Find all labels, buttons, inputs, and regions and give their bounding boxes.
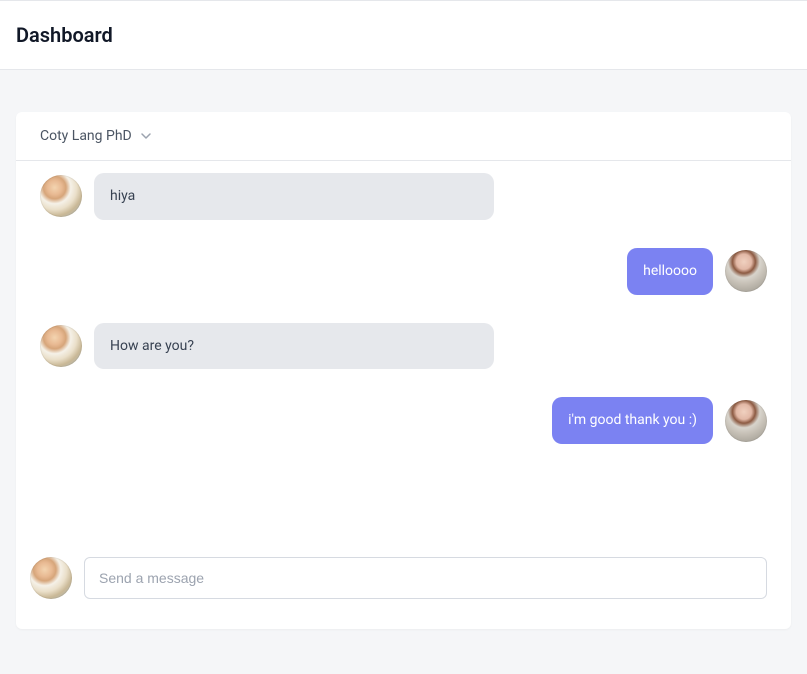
- message-bubble: How are you?: [94, 323, 494, 370]
- message-bubble: helloooo: [627, 248, 713, 295]
- message-row: How are you?: [40, 323, 767, 370]
- message-bubble: i'm good thank you :): [552, 397, 713, 444]
- contact-name: Coty Lang PhD: [40, 128, 132, 144]
- chat-card: Coty Lang PhD hiya helloooo How are you?…: [16, 112, 791, 629]
- chat-header[interactable]: Coty Lang PhD: [16, 112, 791, 161]
- message-input[interactable]: [84, 557, 767, 599]
- chevron-down-icon: [140, 130, 152, 142]
- avatar: [30, 557, 72, 599]
- avatar: [40, 175, 82, 217]
- message-row: helloooo: [40, 248, 767, 295]
- message-row: hiya: [40, 173, 767, 220]
- page-header: Dashboard: [0, 0, 807, 70]
- content: Coty Lang PhD hiya helloooo How are you?…: [0, 70, 807, 645]
- message-row: i'm good thank you :): [40, 397, 767, 444]
- page-title: Dashboard: [16, 23, 791, 47]
- avatar: [725, 250, 767, 292]
- chat-body: hiya helloooo How are you? i'm good than…: [16, 161, 791, 541]
- message-bubble: hiya: [94, 173, 494, 220]
- avatar: [40, 325, 82, 367]
- avatar: [725, 400, 767, 442]
- composer: [16, 541, 791, 629]
